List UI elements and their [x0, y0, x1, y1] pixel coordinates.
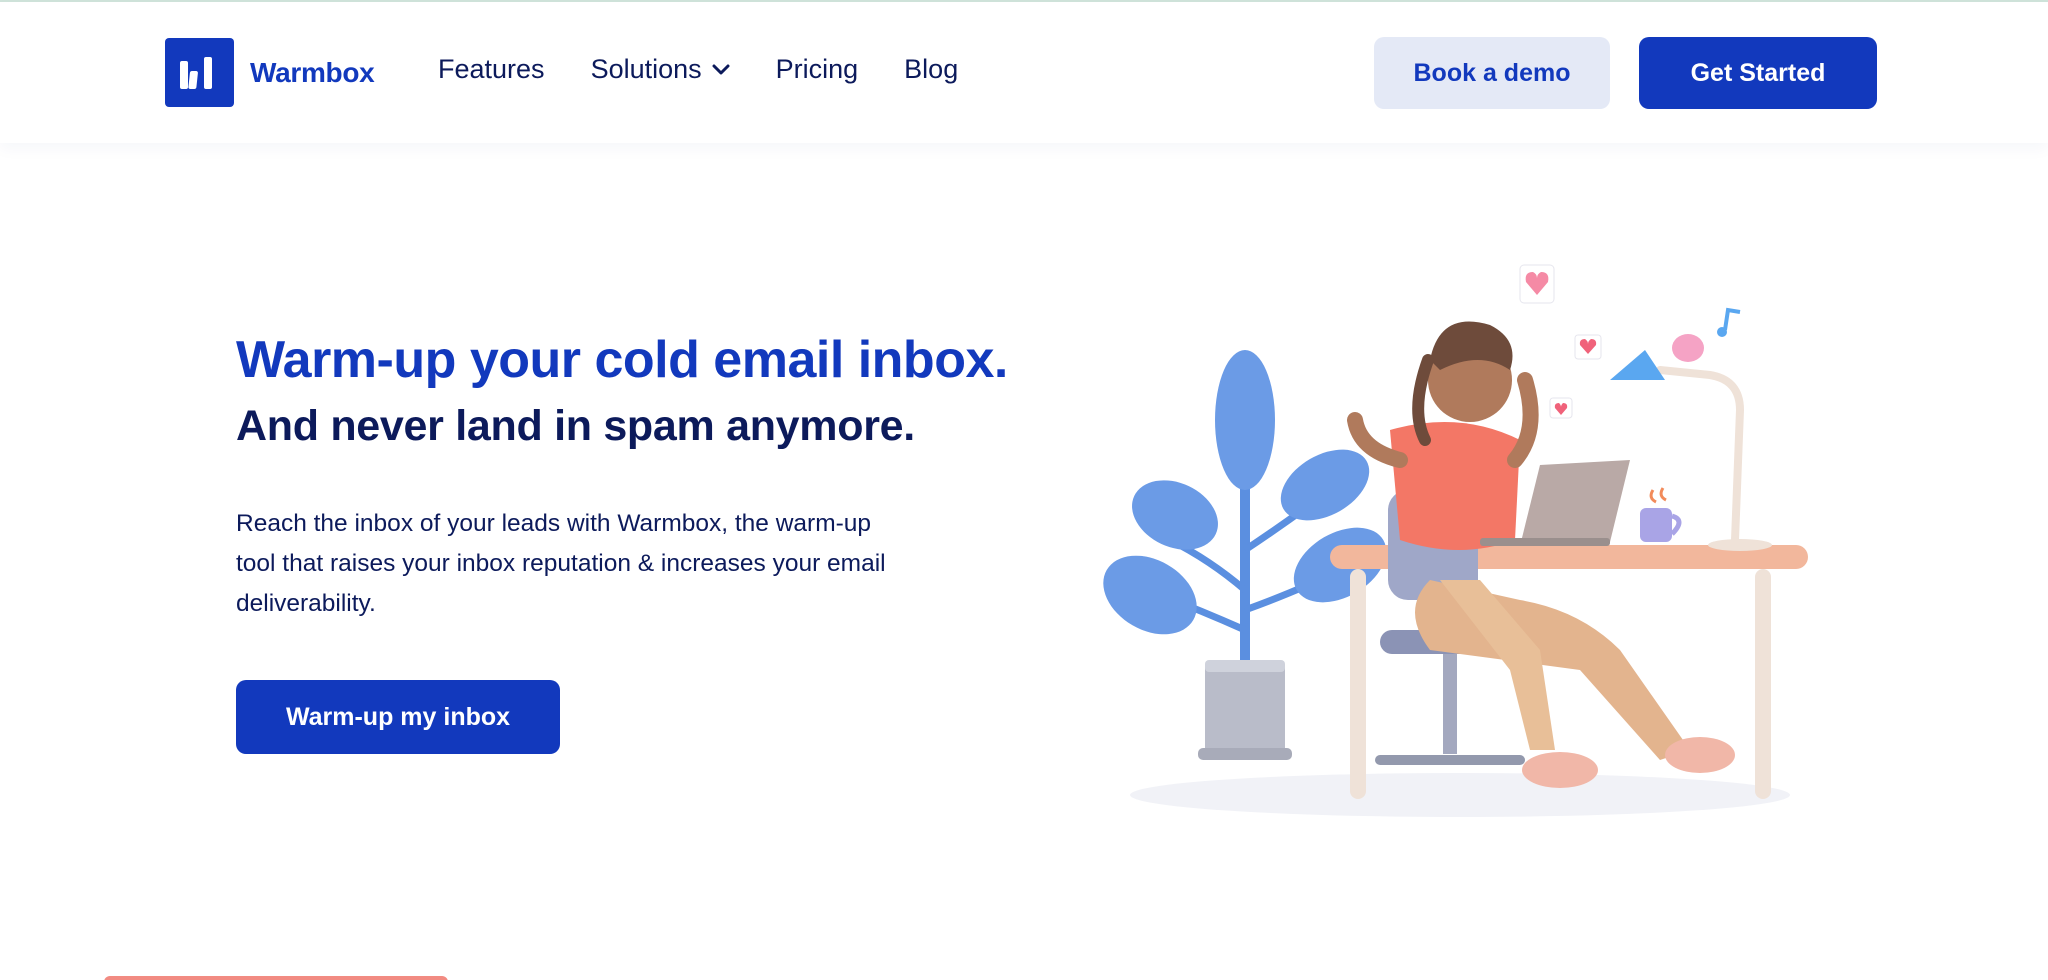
nav-item-label: Blog: [904, 54, 959, 84]
warm-up-inbox-button[interactable]: Warm-up my inbox: [236, 680, 560, 754]
site-header: Warmbox Features Solutions Pricing Blog …: [0, 2, 2048, 143]
book-demo-button[interactable]: Book a demo: [1374, 37, 1610, 109]
hero-title: Warm-up your cold email inbox.: [236, 331, 1008, 389]
music-note-icon: [1717, 307, 1741, 337]
nav-item-solutions[interactable]: Solutions: [591, 54, 730, 85]
chevron-down-icon: [712, 64, 730, 74]
nav-item-blog[interactable]: Blog: [904, 54, 958, 85]
lamp-icon: [1610, 334, 1772, 551]
nav-item-pricing[interactable]: Pricing: [776, 54, 859, 85]
brand-logo[interactable]: Warmbox: [165, 38, 375, 107]
get-started-button[interactable]: Get Started: [1639, 37, 1877, 109]
hero-description: Reach the inbox of your leads with Warmb…: [236, 510, 886, 617]
next-section-edge: [104, 976, 448, 980]
hero-illustration: [1103, 264, 1808, 817]
nav-item-features[interactable]: Features: [438, 54, 545, 85]
main-nav: Features Solutions Pricing Blog: [438, 54, 1004, 85]
nav-item-label: Pricing: [775, 54, 859, 84]
hero-subtitle: And never land in spam anymore.: [236, 402, 915, 450]
brand-name: Warmbox: [250, 56, 375, 88]
warmbox-logo-icon: [165, 38, 234, 107]
nav-item-label: Features: [438, 54, 545, 84]
nav-item-label: Solutions: [590, 54, 702, 84]
mug-icon: [1640, 487, 1682, 542]
